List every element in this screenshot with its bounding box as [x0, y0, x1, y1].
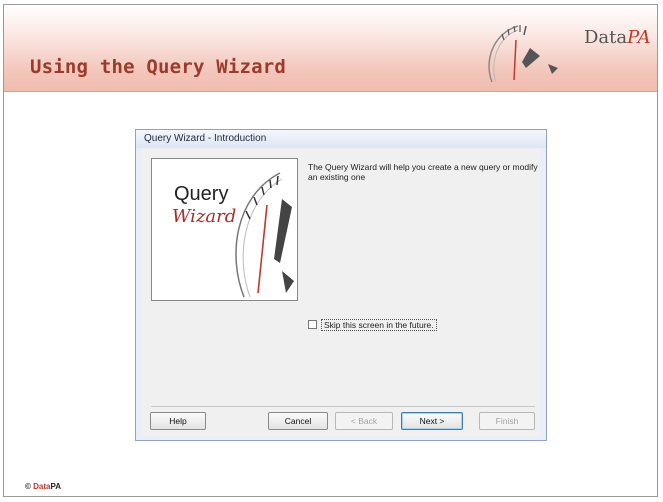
image-word-query: Query: [174, 183, 229, 205]
finish-button[interactable]: Finish: [479, 412, 535, 430]
clock-logo-icon: [488, 25, 558, 83]
query-wizard-dialog: Query Wizard - Introduction Query Wizard…: [135, 129, 547, 441]
header-divider: [4, 91, 657, 92]
help-button[interactable]: Help: [150, 412, 206, 430]
cancel-button[interactable]: Cancel: [268, 412, 328, 430]
datapa-logo: DataPA: [584, 27, 651, 48]
footer-copyright: © DataPA: [25, 482, 62, 491]
query-wizard-image: Query Wizard: [151, 158, 298, 301]
dialog-body: Query Wizard The Query Wizard will help …: [142, 148, 540, 436]
clock-icon: [235, 172, 294, 298]
back-button[interactable]: < Back: [335, 412, 393, 430]
slide-title: Using the Query Wizard: [30, 56, 287, 78]
skip-screen-checkbox[interactable]: [308, 320, 317, 329]
dialog-titlebar[interactable]: Query Wizard - Introduction: [136, 130, 546, 148]
button-separator: [151, 406, 535, 407]
dialog-title: Query Wizard - Introduction: [144, 133, 267, 144]
next-button[interactable]: Next >: [401, 412, 463, 430]
intro-text: The Query Wizard will help you create a …: [308, 162, 538, 182]
skip-screen-label[interactable]: Skip this screen in the future.: [321, 319, 437, 331]
